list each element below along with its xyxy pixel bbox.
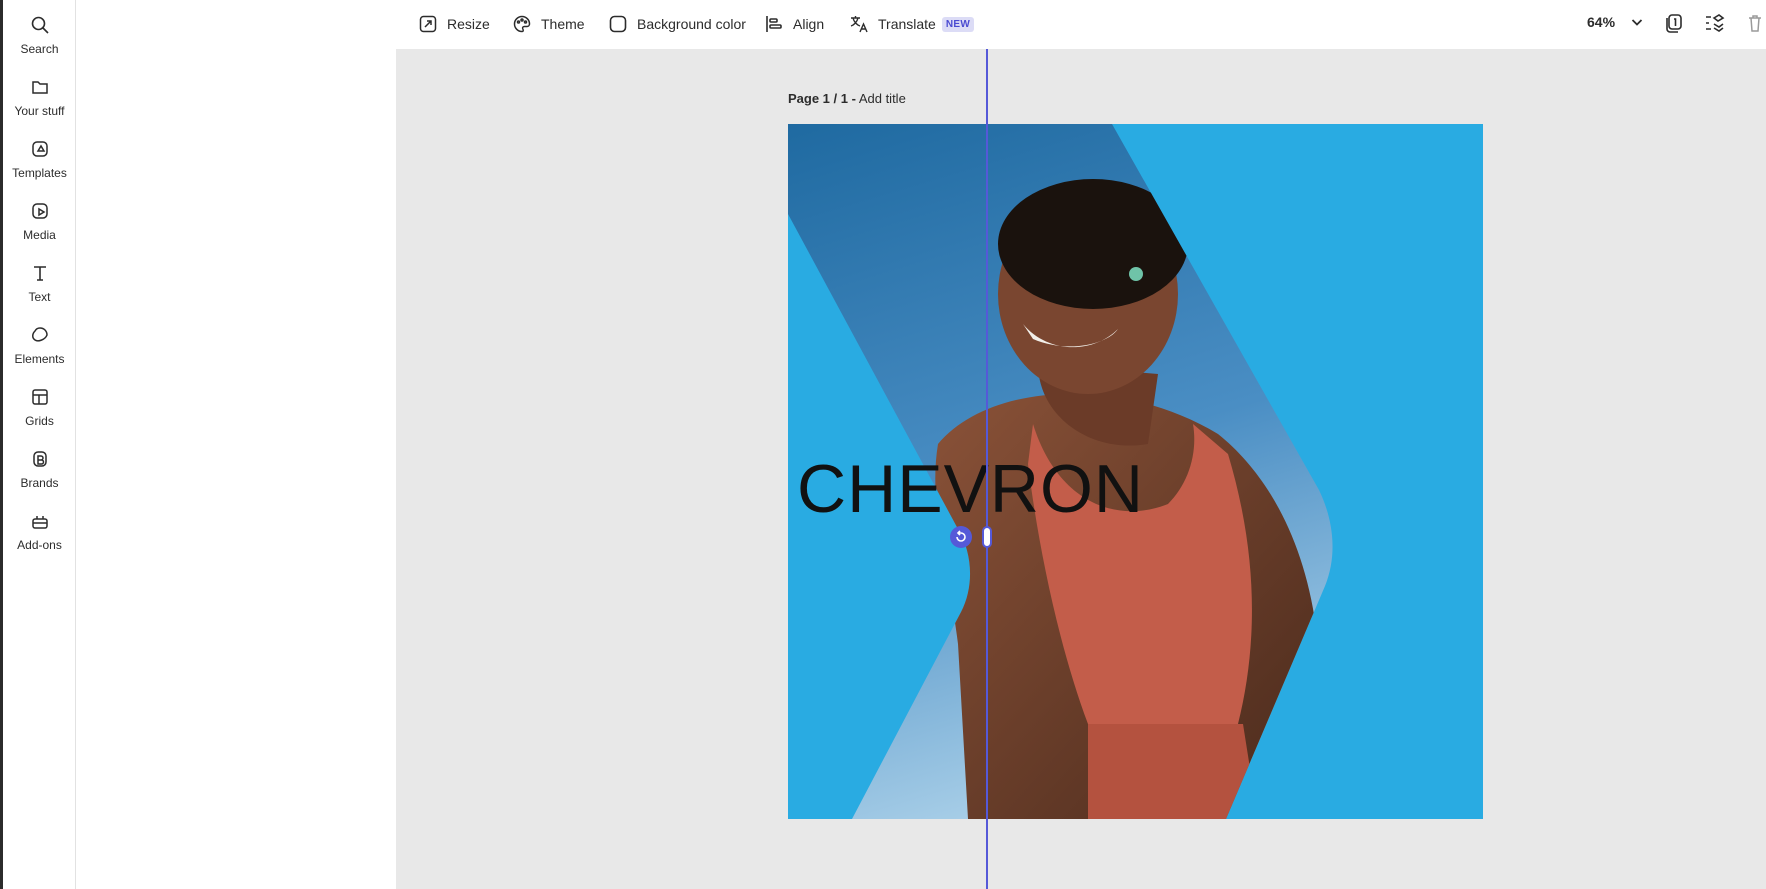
- page-counter: Page 1 / 1 -: [788, 91, 856, 106]
- rotate-handle[interactable]: [950, 526, 972, 548]
- rail-item-grids[interactable]: Grids: [3, 384, 76, 442]
- trash-icon[interactable]: [1744, 12, 1766, 34]
- media-icon: [31, 203, 48, 219]
- align-label: Align: [793, 16, 825, 32]
- rail-item-media[interactable]: Media: [3, 198, 76, 256]
- rotate-icon: [956, 530, 966, 542]
- brands-icon: [32, 451, 47, 467]
- folder-icon: [31, 81, 48, 94]
- color-swatch-icon: [609, 15, 627, 33]
- rail-item-label: Add-ons: [17, 538, 62, 552]
- theme-label: Theme: [541, 16, 585, 32]
- rail-item-label: Text: [28, 290, 51, 304]
- templates-icon: [31, 141, 48, 157]
- rail-item-label: Brands: [20, 476, 59, 490]
- design-canvas[interactable]: CHEVRON: [788, 124, 1483, 819]
- text-icon: [33, 266, 46, 281]
- background-color-label: Background color: [637, 16, 746, 32]
- page-label: Page 1 / 1 - Add title: [788, 91, 906, 106]
- rail-item-label: Grids: [25, 414, 54, 428]
- pages-icon[interactable]: [1663, 12, 1685, 34]
- translate-icon: [850, 16, 868, 33]
- rail-item-search[interactable]: Search: [3, 12, 76, 70]
- rail-item-text[interactable]: Text: [3, 260, 76, 318]
- search-icon: [31, 16, 49, 34]
- resize-handle[interactable]: [982, 526, 992, 548]
- left-rail: Search Your stuff Templates Media Text E…: [3, 0, 76, 889]
- chevron-down-icon: [1631, 19, 1643, 26]
- elements-icon: [31, 327, 48, 342]
- palette-icon: [513, 15, 531, 33]
- alignment-guide: [986, 49, 988, 889]
- resize-icon: [419, 15, 437, 33]
- rail-item-label: Elements: [14, 352, 65, 366]
- headline-text[interactable]: CHEVRON: [797, 450, 1144, 528]
- grids-icon: [31, 389, 48, 405]
- resize-label: Resize: [447, 16, 490, 32]
- rail-item-your-stuff[interactable]: Your stuff: [3, 74, 76, 132]
- rail-item-label: Templates: [12, 166, 67, 180]
- zoom-dropdown[interactable]: 64%: [1587, 14, 1645, 30]
- align-button[interactable]: Align: [764, 11, 824, 37]
- theme-button[interactable]: Theme: [512, 11, 585, 37]
- addons-icon: [31, 516, 48, 529]
- rail-item-templates[interactable]: Templates: [3, 136, 76, 194]
- add-title-button[interactable]: Add title: [859, 91, 906, 106]
- rail-item-label: Search: [20, 42, 59, 56]
- layers-icon[interactable]: [1703, 12, 1725, 34]
- zoom-value: 64%: [1587, 14, 1616, 30]
- translate-label: Translate: [878, 16, 936, 32]
- rail-item-add-ons[interactable]: Add-ons: [3, 508, 76, 566]
- side-panel: [76, 0, 396, 889]
- align-left-icon: [766, 16, 782, 32]
- top-toolbar: Resize Theme Background color Align Tran…: [396, 0, 1766, 49]
- rail-item-label: Your stuff: [14, 104, 65, 118]
- new-badge: NEW: [941, 16, 975, 32]
- rail-item-brands[interactable]: Brands: [3, 446, 76, 504]
- background-color-button[interactable]: Background color: [608, 11, 746, 37]
- resize-button[interactable]: Resize: [418, 11, 490, 37]
- rail-item-label: Media: [23, 228, 56, 242]
- rail-item-elements[interactable]: Elements: [3, 322, 76, 380]
- translate-button[interactable]: Translate NEW: [849, 11, 975, 37]
